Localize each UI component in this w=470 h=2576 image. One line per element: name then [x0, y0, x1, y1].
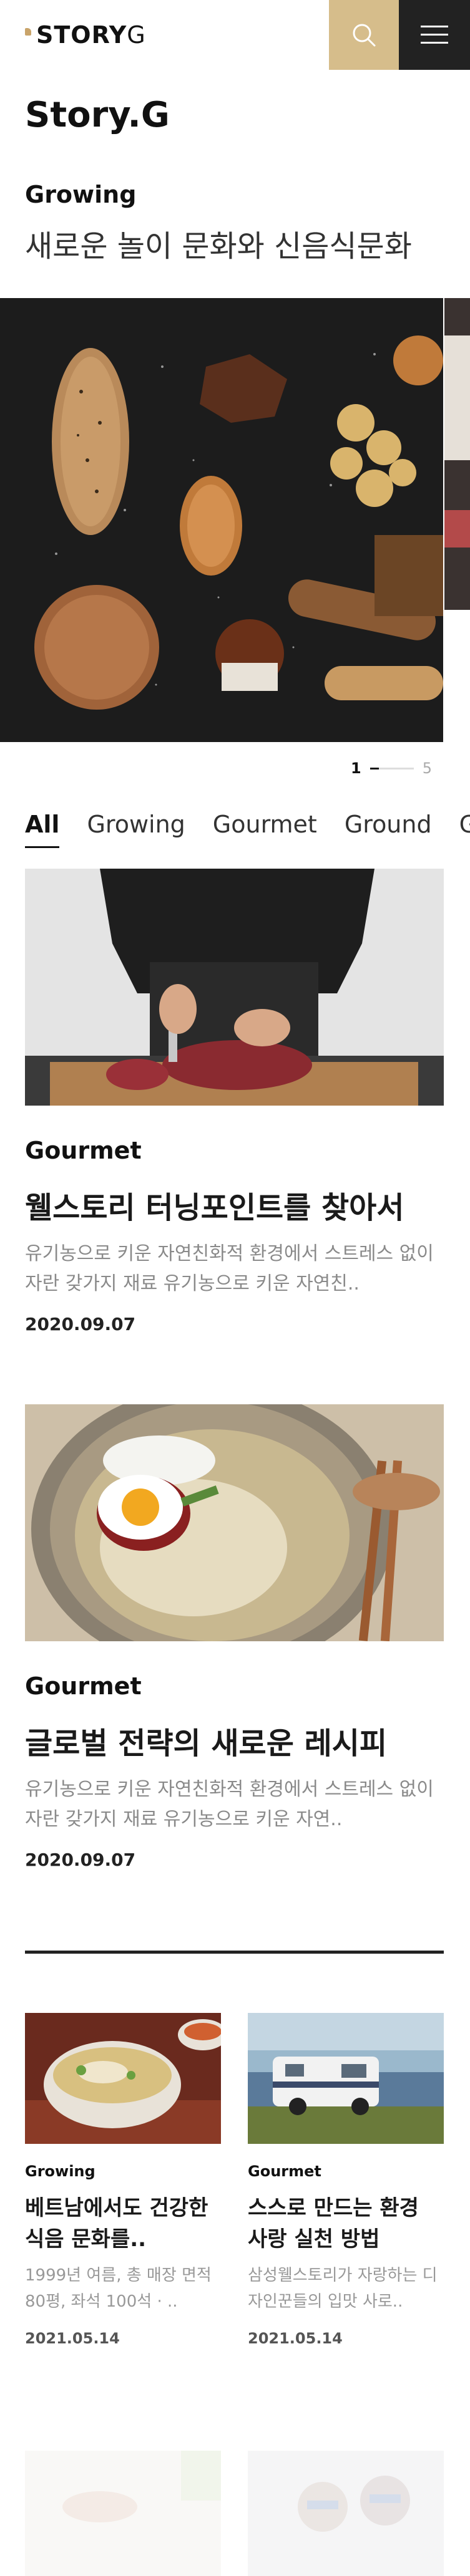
- logo-mark-icon: [25, 28, 31, 36]
- card-category: Gourmet: [248, 2163, 321, 2180]
- pager-total: 5: [422, 760, 432, 777]
- tab-gourmet[interactable]: Gourmet: [213, 811, 317, 848]
- card-date: 2020.09.07: [25, 1314, 136, 1334]
- card-description: 삼성웰스토리가 자랑하는 디자인꾼들의 입맛 사로..: [248, 2266, 438, 2311]
- hero-category: Growing: [25, 181, 137, 208]
- card-title[interactable]: 웰스토리 터닝포인트를 찾아서: [25, 1183, 444, 1227]
- slider-pager: 1 5: [351, 756, 432, 781]
- menu-button[interactable]: [399, 0, 470, 70]
- card-date: 2021.05.14: [25, 2330, 120, 2347]
- card-title[interactable]: 베트남에서도 건강한 식음 문화를..: [25, 2192, 221, 2255]
- card-description: 1999년 여름, 총 매장 면적 80평, 좌석 100석 · ..: [25, 2266, 212, 2311]
- tab-more[interactable]: Go: [459, 811, 470, 848]
- hero-subtitle: 새로운 놀이 문화와 신음식문화: [25, 229, 412, 264]
- section-divider: [25, 1951, 444, 1954]
- pager-current: 1: [351, 760, 361, 777]
- tab-ground[interactable]: Ground: [345, 811, 432, 848]
- grid-card[interactable]: Growing 베트남에서도 건강한 식음 문화를.. 1999년 여름, 총 …: [25, 2013, 221, 2347]
- grid-card[interactable]: Gourmet 스스로 만드는 환경 사랑 실천 방법 삼성웰스토리가 자랑하는…: [248, 2013, 444, 2347]
- card-image-pho-bowl[interactable]: [25, 2013, 221, 2144]
- card-image-camper-van[interactable]: [248, 2013, 444, 2144]
- featured-card[interactable]: Gourmet 웰스토리 터닝포인트를 찾아서 유기농으로 키운 자연친화적 환…: [25, 869, 444, 1334]
- card-title[interactable]: 글로벌 전략의 새로운 레시피: [25, 1719, 444, 1762]
- featured-card[interactable]: Gourmet 글로벌 전략의 새로운 레시피 유기농으로 키운 자연친화적 환…: [25, 1404, 444, 1870]
- grid-card-image-loading[interactable]: [25, 2451, 221, 2576]
- pager-progress-fill: [370, 767, 379, 769]
- next-slide-preview[interactable]: [444, 298, 470, 610]
- card-category: Gourmet: [25, 1137, 142, 1164]
- page-title: Story.G: [25, 95, 170, 135]
- grid-card-image-loading[interactable]: [248, 2451, 444, 2576]
- card-description: 유기농으로 키운 자연친화적 환경에서 스트레스 없이 자란 갖가지 재료 유기…: [25, 1243, 434, 1295]
- hero-slide-image[interactable]: [0, 298, 443, 742]
- tab-growing[interactable]: Growing: [87, 811, 185, 848]
- hero-slider[interactable]: [0, 298, 470, 742]
- card-date: 2021.05.14: [248, 2330, 343, 2347]
- card-category: Gourmet: [25, 1672, 142, 1700]
- card-date: 2020.09.07: [25, 1850, 136, 1870]
- brand-logo[interactable]: STORYG: [25, 21, 146, 49]
- category-tabs: All Growing Gourmet Ground Go: [25, 811, 470, 848]
- tab-all[interactable]: All: [25, 811, 60, 848]
- search-button[interactable]: [329, 0, 399, 70]
- card-description: 유기농으로 키운 자연친화적 환경에서 스트레스 없이 자란 갖가지 재료 유기…: [25, 1778, 434, 1830]
- brand-name-bold: STORY: [36, 21, 127, 49]
- card-category: Growing: [25, 2163, 95, 2180]
- card-title[interactable]: 스스로 만드는 환경 사랑 실천 방법: [248, 2192, 444, 2255]
- search-icon: [353, 24, 376, 47]
- brand-name-light: G: [127, 21, 146, 49]
- card-image-chef-meat[interactable]: [25, 869, 444, 1106]
- card-image-cold-noodles[interactable]: [25, 1404, 444, 1641]
- pager-progress-bar: [370, 767, 414, 769]
- site-header: STORYG: [0, 0, 470, 70]
- hamburger-icon: [421, 26, 448, 44]
